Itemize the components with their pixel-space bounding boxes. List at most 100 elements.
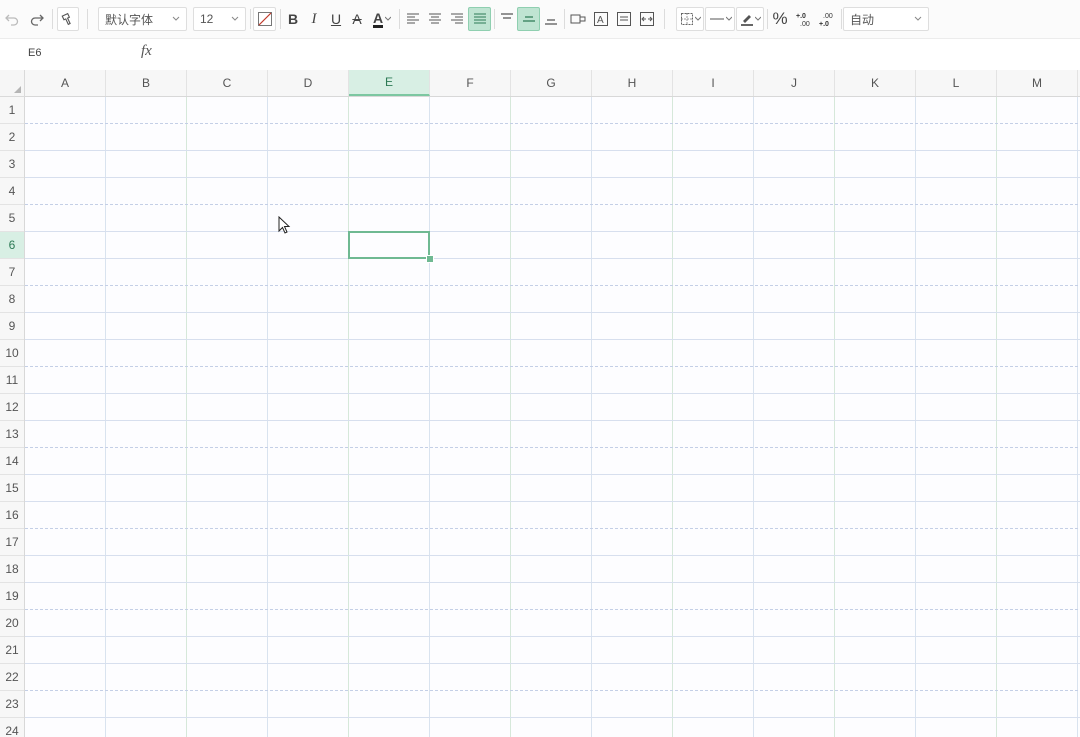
cell-area[interactable] [25, 97, 1080, 737]
svg-text:A: A [597, 15, 604, 26]
row-header-18[interactable]: 18 [0, 556, 24, 583]
row-header-8[interactable]: 8 [0, 286, 24, 313]
column-gridline [348, 97, 349, 737]
row-header-3[interactable]: 3 [0, 151, 24, 178]
wrap-text-icon[interactable] [567, 7, 589, 31]
row-gridline [25, 609, 1080, 610]
column-gridline [591, 97, 592, 737]
column-header-c[interactable]: C [187, 70, 268, 96]
column-header-i[interactable]: I [673, 70, 754, 96]
row-gridline [25, 177, 1080, 178]
underline-button[interactable]: U [326, 7, 346, 31]
column-header-h[interactable]: H [592, 70, 673, 96]
font-size-select[interactable]: 12 [193, 7, 246, 31]
row-header-5[interactable]: 5 [0, 205, 24, 232]
column-gridline [834, 97, 835, 737]
align-center-icon[interactable] [425, 7, 445, 31]
font-name-value: 默认字体 [105, 12, 154, 27]
column-gridline [753, 97, 754, 737]
font-color-label: A [372, 9, 384, 28]
column-gridline [672, 97, 673, 737]
row-gridline [25, 366, 1080, 367]
row-header-14[interactable]: 14 [0, 448, 24, 475]
font-color-button[interactable]: A [369, 7, 395, 31]
column-header-a[interactable]: A [25, 70, 106, 96]
column-gridline [429, 97, 430, 737]
strikethrough-button[interactable]: A [347, 7, 367, 31]
bold-button[interactable]: B [283, 7, 303, 31]
line-style-icon[interactable] [705, 7, 735, 31]
cell-reference-box[interactable]: E6 [28, 47, 41, 59]
row-gridline [25, 231, 1080, 232]
row-gridline [25, 312, 1080, 313]
formula-input[interactable] [170, 45, 1050, 63]
fx-icon[interactable]: fx [141, 43, 152, 60]
row-header-4[interactable]: 4 [0, 178, 24, 205]
chevron-down-icon [725, 16, 732, 21]
row-header-2[interactable]: 2 [0, 124, 24, 151]
format-painter-icon[interactable] [57, 7, 79, 31]
font-name-select[interactable]: 默认字体 [98, 7, 187, 31]
row-header-1[interactable]: 1 [0, 97, 24, 124]
align-left-icon[interactable] [403, 7, 423, 31]
column-header-g[interactable]: G [511, 70, 592, 96]
row-gridline [25, 123, 1080, 124]
column-gridline [105, 97, 106, 737]
text-box-icon[interactable]: A [590, 7, 612, 31]
fill-handle[interactable] [426, 255, 434, 263]
row-gridline [25, 555, 1080, 556]
increase-decimal-icon[interactable]: +.0.00 [793, 7, 815, 31]
undo-icon[interactable] [2, 7, 22, 31]
row-header-7[interactable]: 7 [0, 259, 24, 286]
select-all-corner[interactable] [0, 70, 25, 97]
merge-cells-icon[interactable] [613, 7, 635, 31]
row-gridline [25, 150, 1080, 151]
split-cells-icon[interactable] [636, 7, 658, 31]
column-gridline [267, 97, 268, 737]
row-gridline [25, 447, 1080, 448]
decrease-decimal-icon[interactable]: .00 +.0 [816, 7, 838, 31]
number-format-select[interactable]: 自动 [843, 7, 929, 31]
number-format-value: 自动 [850, 12, 875, 27]
column-header-j[interactable]: J [754, 70, 835, 96]
row-header-10[interactable]: 10 [0, 340, 24, 367]
selected-cell-e6[interactable] [348, 231, 430, 259]
row-header-6[interactable]: 6 [0, 232, 24, 259]
row-gridline [25, 285, 1080, 286]
percent-button[interactable]: % [770, 7, 790, 31]
row-header-24[interactable]: 24 [0, 718, 24, 737]
row-headers: 1 2 3 4 5 6 7 8 9 10 11 12 13 14 15 16 17 18 19 20 21 22 23 24 [0, 97, 25, 737]
row-header-19[interactable]: 19 [0, 583, 24, 610]
spreadsheet-grid: ABCDEFGHIJKLM 1 2 3 4 5 6 7 8 9 10 11 12 13 14 15 16 17 1… [0, 70, 1080, 737]
column-gridline [1077, 97, 1078, 737]
column-header-e[interactable]: E [349, 70, 430, 96]
align-justify-icon[interactable] [468, 7, 491, 31]
row-gridline [25, 717, 1080, 718]
column-header-m[interactable]: M [997, 70, 1078, 96]
border-icon[interactable] [676, 7, 704, 31]
row-header-16[interactable]: 16 [0, 502, 24, 529]
column-header-f[interactable]: F [430, 70, 511, 96]
row-header-13[interactable]: 13 [0, 421, 24, 448]
valign-bottom-icon[interactable] [541, 7, 561, 31]
redo-icon[interactable] [27, 7, 47, 31]
row-header-15[interactable]: 15 [0, 475, 24, 502]
column-header-l[interactable]: L [916, 70, 997, 96]
clear-format-icon[interactable] [253, 7, 276, 31]
row-header-23[interactable]: 23 [0, 691, 24, 718]
align-right-icon[interactable] [447, 7, 467, 31]
row-header-17[interactable]: 17 [0, 529, 24, 556]
row-header-20[interactable]: 20 [0, 610, 24, 637]
row-header-12[interactable]: 12 [0, 394, 24, 421]
column-header-d[interactable]: D [268, 70, 349, 96]
italic-button[interactable]: I [304, 7, 324, 31]
column-header-b[interactable]: B [106, 70, 187, 96]
line-color-icon[interactable] [736, 7, 764, 31]
row-header-11[interactable]: 11 [0, 367, 24, 394]
column-header-k[interactable]: K [835, 70, 916, 96]
valign-middle-icon[interactable] [517, 7, 540, 31]
valign-top-icon[interactable] [497, 7, 517, 31]
row-header-9[interactable]: 9 [0, 313, 24, 340]
row-header-21[interactable]: 21 [0, 637, 24, 664]
row-header-22[interactable]: 22 [0, 664, 24, 691]
